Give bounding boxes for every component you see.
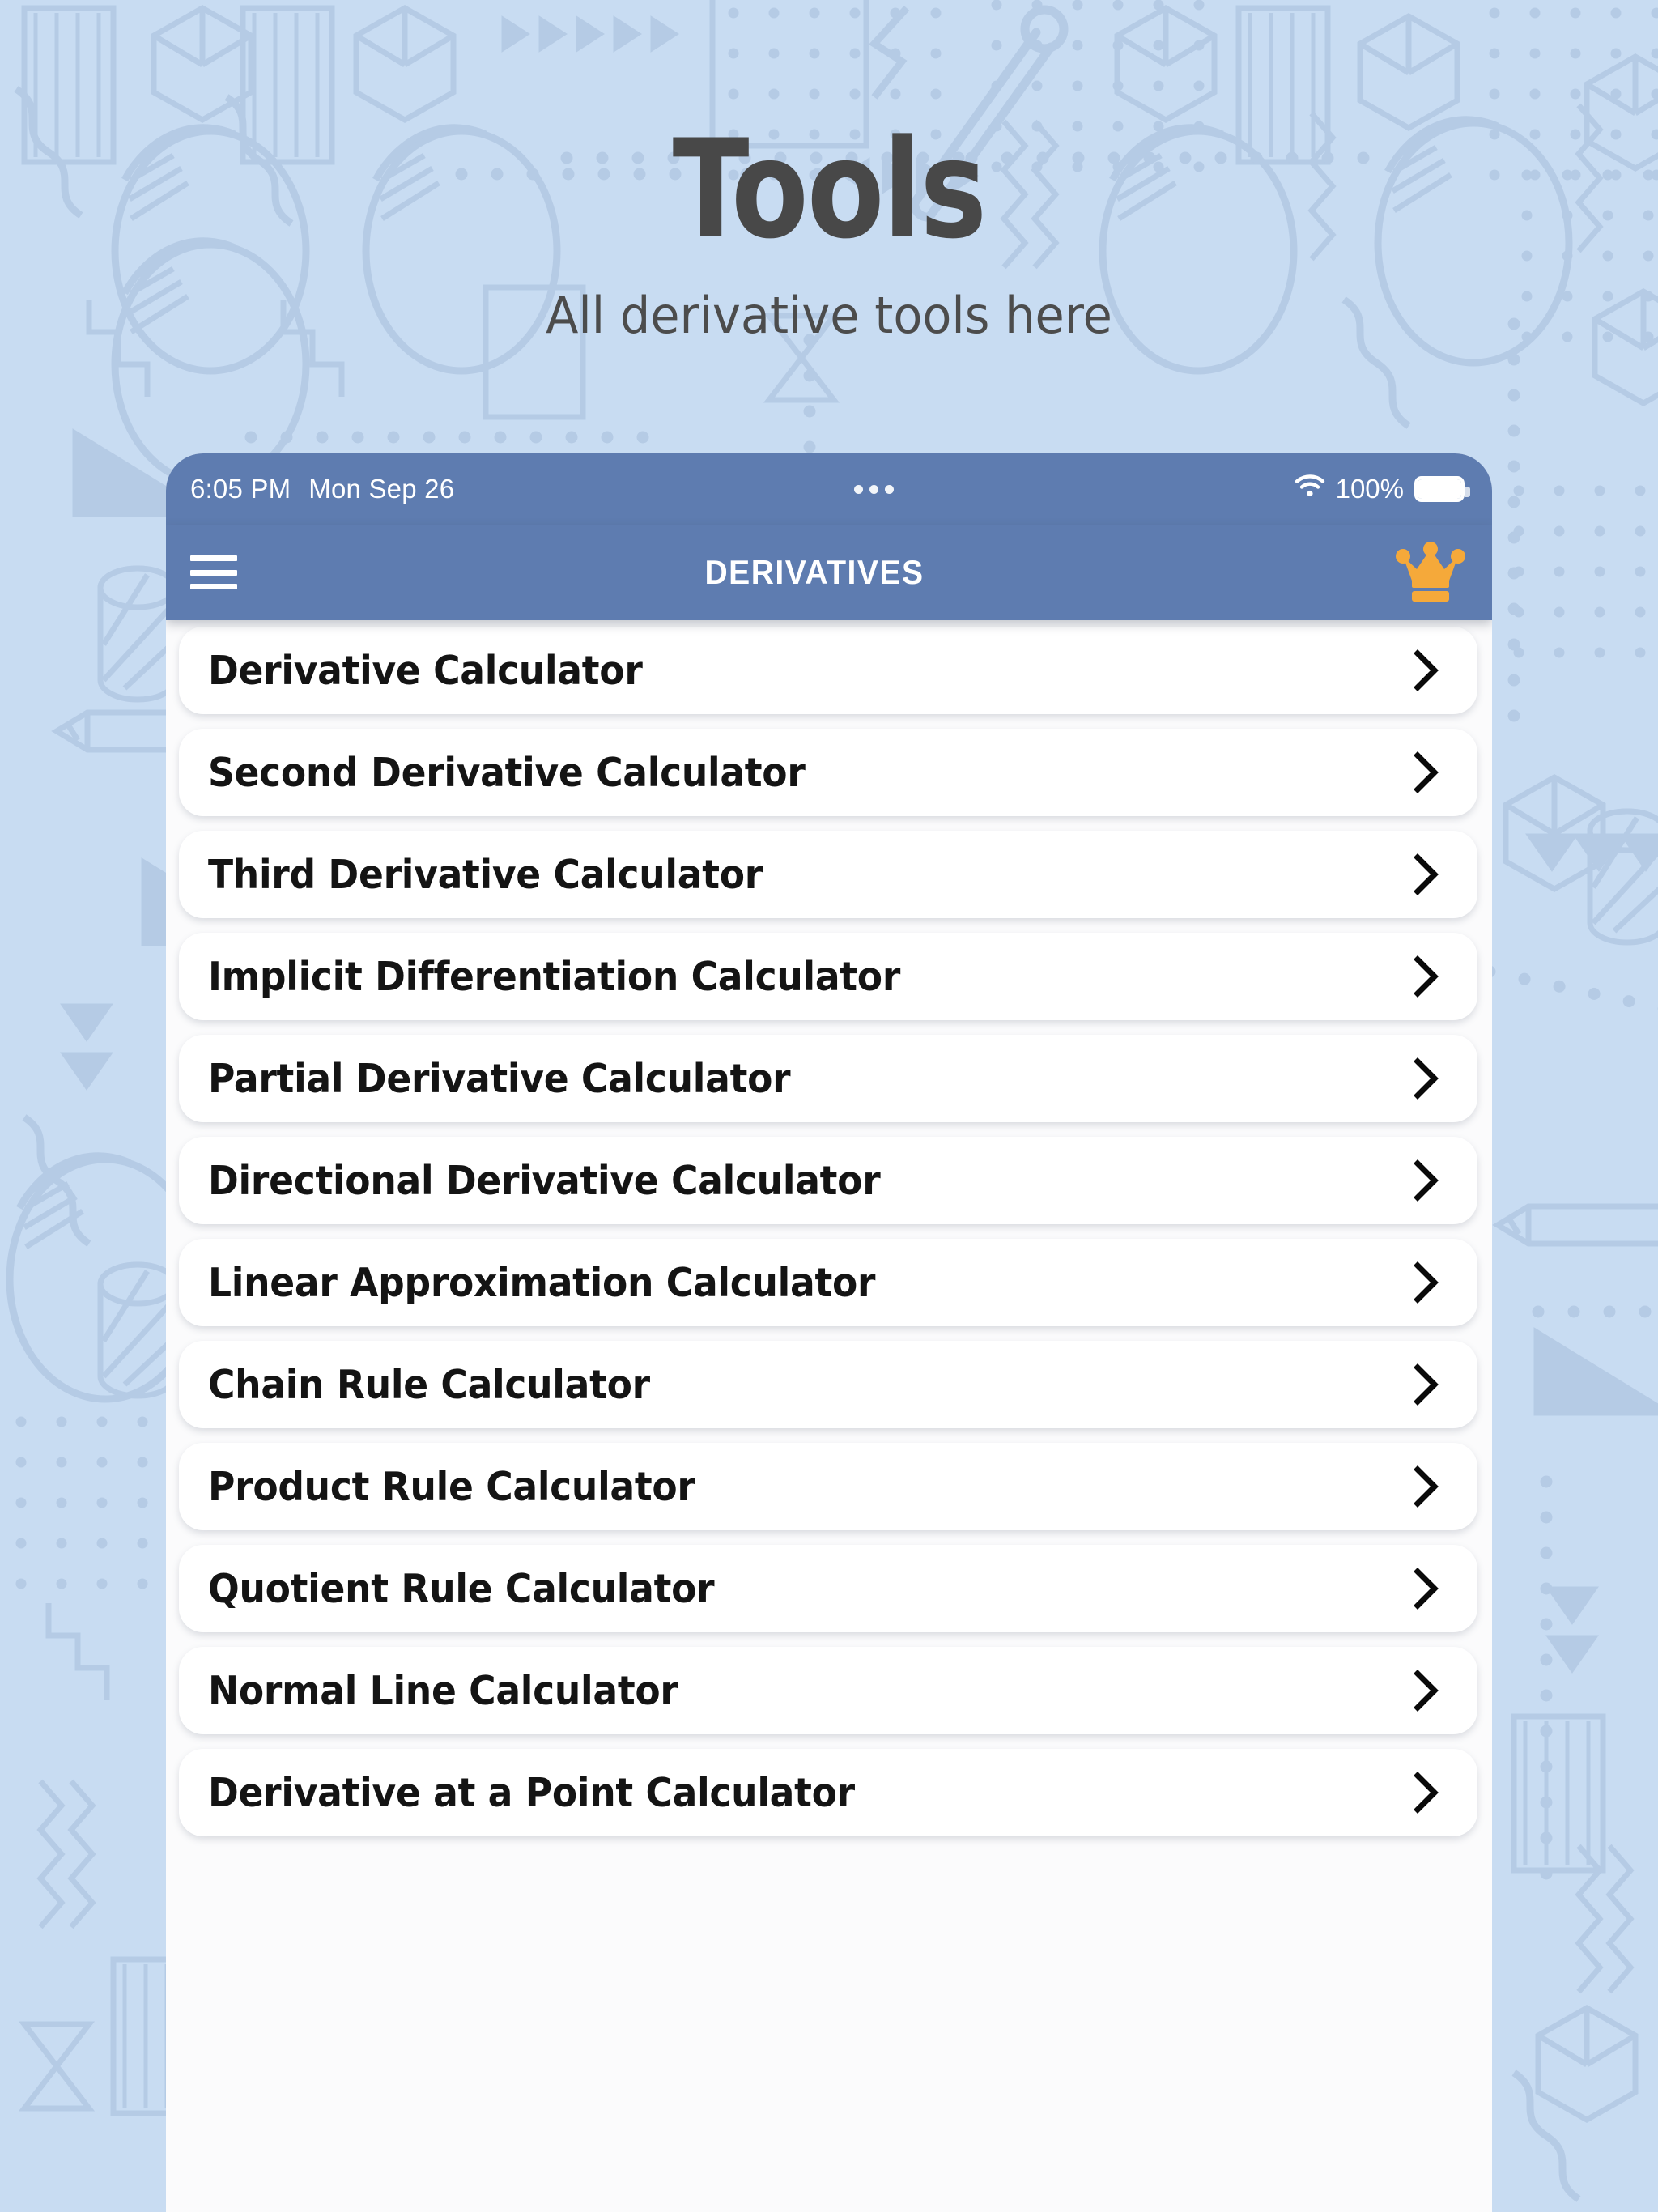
hamburger-menu-icon[interactable] — [190, 552, 237, 593]
indicator-dot — [885, 484, 895, 494]
wifi-icon — [1295, 474, 1325, 504]
tool-list[interactable]: Derivative Calculator Second Derivative … — [166, 620, 1492, 2212]
phone-mockup: 6:05 PM Mon Sep 26 100% DERIVATIVES Deri… — [166, 453, 1492, 2212]
page-subtitle: All derivative tools here — [546, 286, 1112, 345]
chevron-right-icon[interactable] — [1413, 1159, 1440, 1202]
page-title: Tools — [672, 110, 987, 269]
status-time: 6:05 PM — [190, 474, 291, 504]
tool-label: Quotient Rule Calculator — [208, 1565, 715, 1612]
table-row[interactable]: Second Derivative Calculator — [179, 729, 1477, 816]
tool-label: Implicit Differentiation Calculator — [208, 953, 901, 1000]
app-bar-title: DERIVATIVES — [704, 553, 925, 591]
tool-label: Chain Rule Calculator — [208, 1361, 650, 1408]
tool-label: Partial Derivative Calculator — [208, 1055, 791, 1102]
tool-label: Derivative Calculator — [208, 647, 643, 694]
camera-dots-indicator — [454, 484, 1294, 494]
table-row[interactable]: Quotient Rule Calculator — [179, 1545, 1477, 1632]
tool-label: Product Rule Calculator — [208, 1463, 695, 1510]
chevron-right-icon[interactable] — [1413, 649, 1440, 691]
table-row[interactable]: Implicit Differentiation Calculator — [179, 933, 1477, 1020]
tool-label: Linear Approximation Calculator — [208, 1259, 876, 1306]
status-bar-left: 6:05 PM Mon Sep 26 — [190, 474, 454, 504]
battery-percent-label: 100% — [1335, 474, 1404, 504]
table-row[interactable]: Product Rule Calculator — [179, 1443, 1477, 1530]
table-row[interactable]: Derivative Calculator — [179, 627, 1477, 714]
status-bar-right: 100% — [1295, 474, 1470, 504]
table-row[interactable]: Directional Derivative Calculator — [179, 1137, 1477, 1224]
chevron-right-icon[interactable] — [1413, 955, 1440, 998]
chevron-right-icon[interactable] — [1413, 1465, 1440, 1508]
chevron-right-icon[interactable] — [1413, 1261, 1440, 1304]
chevron-right-icon[interactable] — [1413, 853, 1440, 895]
battery-full-icon — [1414, 476, 1470, 502]
tool-label: Normal Line Calculator — [208, 1667, 678, 1714]
table-row[interactable]: Partial Derivative Calculator — [179, 1035, 1477, 1122]
table-row[interactable]: Normal Line Calculator — [179, 1647, 1477, 1734]
tool-label: Derivative at a Point Calculator — [208, 1769, 855, 1816]
table-row[interactable]: Third Derivative Calculator — [179, 831, 1477, 918]
chevron-right-icon[interactable] — [1413, 1363, 1440, 1406]
tool-label: Third Derivative Calculator — [208, 851, 763, 898]
chevron-right-icon[interactable] — [1413, 1568, 1440, 1610]
indicator-dot — [869, 484, 879, 494]
chevron-right-icon[interactable] — [1413, 1670, 1440, 1712]
chevron-right-icon[interactable] — [1413, 1772, 1440, 1814]
table-row[interactable]: Chain Rule Calculator — [179, 1341, 1477, 1428]
status-bar: 6:05 PM Mon Sep 26 100% — [166, 453, 1492, 525]
tool-label: Directional Derivative Calculator — [208, 1157, 881, 1204]
chevron-right-icon[interactable] — [1413, 1057, 1440, 1100]
crown-icon[interactable] — [1392, 534, 1469, 611]
tool-label: Second Derivative Calculator — [208, 749, 806, 796]
indicator-dot — [854, 484, 864, 494]
status-date: Mon Sep 26 — [308, 474, 455, 504]
chevron-right-icon[interactable] — [1413, 751, 1440, 793]
hero-section: Tools All derivative tools here — [0, 0, 1658, 437]
table-row[interactable]: Linear Approximation Calculator — [179, 1239, 1477, 1326]
table-row[interactable]: Derivative at a Point Calculator — [179, 1749, 1477, 1836]
screenshot-root: Tools All derivative tools here 6:05 PM … — [0, 0, 1658, 2212]
app-bar: DERIVATIVES — [166, 525, 1492, 620]
